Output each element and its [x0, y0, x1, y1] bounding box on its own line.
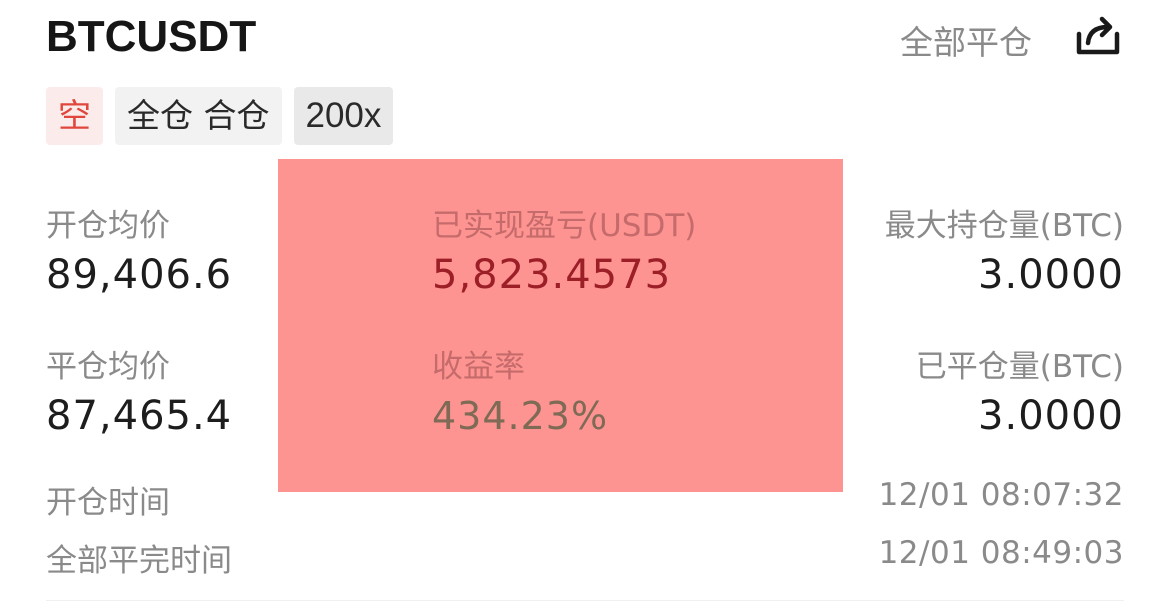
leverage-badge: 200x	[293, 87, 394, 145]
roi-value: 434.23%	[432, 394, 609, 438]
position-tags: 空 全仓 合仓 200x	[46, 87, 394, 145]
open-avg-price-label: 开仓均价	[46, 208, 170, 244]
open-avg-price-value: 89,406.6	[46, 252, 233, 298]
open-time-label: 开仓时间	[46, 485, 170, 521]
close-time-value: 12/01 08:49:03	[878, 535, 1124, 571]
share-icon[interactable]	[1075, 14, 1121, 56]
bottom-divider	[46, 600, 1124, 601]
open-time-value: 12/01 08:07:32	[878, 477, 1124, 513]
close-avg-price-value: 87,465.4	[46, 393, 233, 439]
max-position-label: 最大持仓量(BTC)	[884, 208, 1124, 244]
position-card: BTCUSDT 全部平仓 空 全仓 合仓 200x 开仓均价 89,406.6 …	[0, 0, 1170, 610]
closed-amount-value: 3.0000	[978, 393, 1124, 439]
max-position-value: 3.0000	[978, 252, 1124, 298]
close-time-label: 全部平完时间	[46, 543, 232, 579]
close-all-button[interactable]: 全部平仓	[900, 16, 1032, 64]
realized-pnl-value: 5,823.4573	[432, 252, 672, 298]
closed-amount-label: 已平仓量(BTC)	[915, 349, 1124, 385]
margin-mode-badge: 全仓 合仓	[115, 87, 282, 145]
side-badge: 空	[46, 87, 103, 145]
symbol-title: BTCUSDT	[46, 12, 257, 61]
close-avg-price-label: 平仓均价	[46, 349, 170, 385]
roi-label: 收益率	[432, 349, 525, 385]
realized-pnl-label: 已实现盈亏(USDT)	[432, 208, 697, 244]
